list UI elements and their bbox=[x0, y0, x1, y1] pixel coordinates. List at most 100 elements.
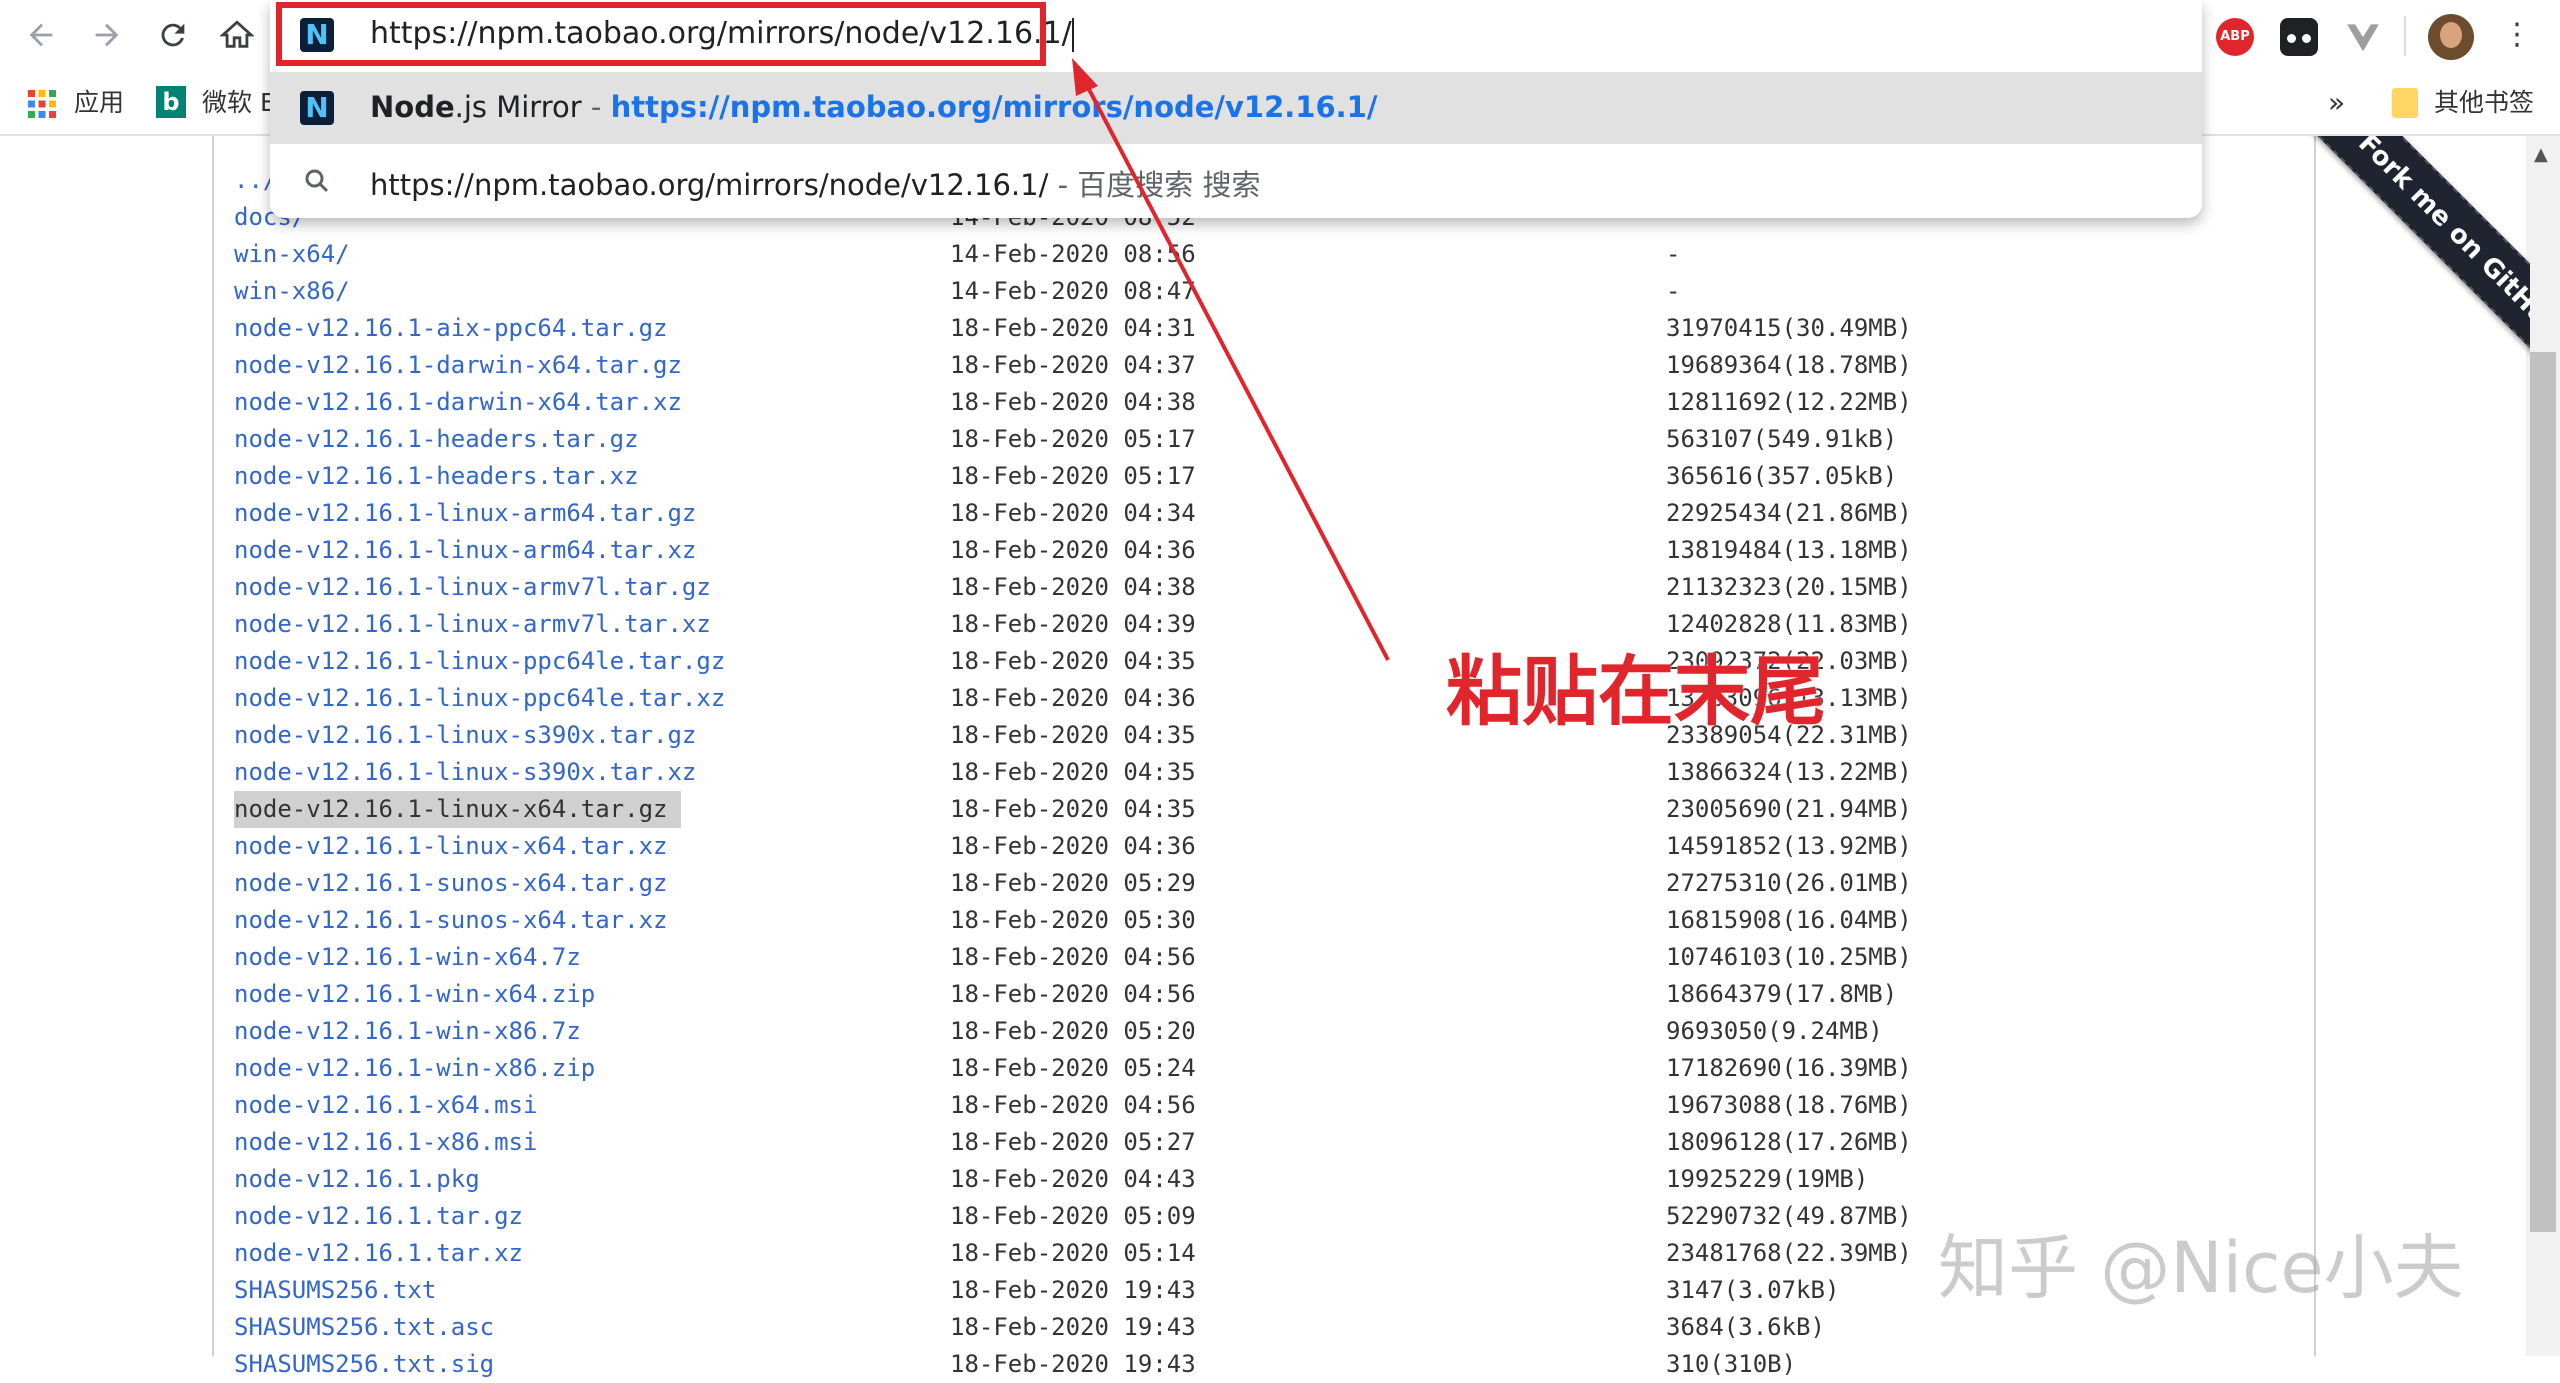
table-row: node-v12.16.1-win-x86.zip 18-Feb-2020 05:… bbox=[214, 1050, 2314, 1087]
file-link[interactable]: node-v12.16.1.tar.xz bbox=[234, 1235, 523, 1272]
back-button[interactable] bbox=[18, 12, 64, 58]
file-link[interactable]: node-v12.16.1-linux-ppc64le.tar.xz bbox=[234, 680, 725, 717]
file-link[interactable]: node-v12.16.1-linux-armv7l.tar.xz bbox=[234, 606, 711, 643]
file-size: 14591852(13.92MB) bbox=[1666, 832, 1912, 860]
file-date: 18-Feb-2020 04:35 bbox=[950, 647, 1196, 675]
directory-page: ../docs/14-Feb-2020 08:52win-x64/14-Feb-… bbox=[212, 136, 2316, 1378]
table-row: node-v12.16.1-darwin-x64.tar.xz 18-Feb-20… bbox=[214, 384, 2314, 421]
search-icon bbox=[302, 166, 332, 196]
forward-arrow-icon bbox=[95, 23, 119, 47]
file-link[interactable]: node-v12.16.1-x64.msi bbox=[234, 1087, 537, 1124]
scroll-up-arrow-icon[interactable]: ▲ bbox=[2534, 144, 2548, 165]
file-date: 18-Feb-2020 04:37 bbox=[950, 351, 1196, 379]
table-row: SHASUMS256.txt.sig 18-Feb-2020 19:43 310(3… bbox=[214, 1346, 2314, 1383]
file-link[interactable]: SHASUMS256.txt bbox=[234, 1272, 436, 1309]
file-link[interactable]: node-v12.16.1-darwin-x64.tar.xz bbox=[234, 384, 682, 421]
file-link[interactable]: node-v12.16.1-win-x64.7z bbox=[234, 939, 581, 976]
file-date: 18-Feb-2020 04:35 bbox=[950, 721, 1196, 749]
bookmarks-overflow-button[interactable]: » bbox=[2328, 84, 2345, 122]
home-button[interactable] bbox=[214, 12, 260, 58]
file-date: 18-Feb-2020 04:38 bbox=[950, 573, 1196, 601]
file-size: 23481768(22.39MB) bbox=[1666, 1239, 1912, 1267]
file-link[interactable]: win-x86/ bbox=[234, 273, 350, 310]
suggestion-title-bold: Node bbox=[370, 90, 455, 124]
table-row: node-v12.16.1-linux-s390x.tar.gz 18-Feb-2… bbox=[214, 717, 2314, 754]
watermark-text: 知乎 @Nice小夫 bbox=[1938, 1227, 2464, 1309]
file-link[interactable]: node-v12.16.1-linux-x64.tar.xz bbox=[234, 828, 667, 865]
search-suggestion-text: https://npm.taobao.org/mirrors/node/v12.… bbox=[370, 162, 1261, 204]
suggestion-node-mirror[interactable]: N Node.js Mirror - https://npm.taobao.or… bbox=[270, 72, 2202, 144]
file-link[interactable]: node-v12.16.1-linux-arm64.tar.xz bbox=[234, 532, 696, 569]
file-link[interactable]: node-v12.16.1-linux-s390x.tar.gz bbox=[234, 717, 696, 754]
bing-icon: b bbox=[156, 86, 186, 118]
file-link[interactable]: node-v12.16.1-aix-ppc64.tar.gz bbox=[234, 310, 667, 347]
reload-button[interactable] bbox=[150, 12, 196, 58]
bookmark-other[interactable]: 其他书签 bbox=[2434, 84, 2534, 122]
table-row: node-v12.16.1-linux-arm64.tar.xz 18-Feb-2… bbox=[214, 532, 2314, 569]
file-link[interactable]: node-v12.16.1-win-x64.zip bbox=[234, 976, 595, 1013]
scroll-thumb[interactable] bbox=[2530, 352, 2556, 1232]
vue-devtools-icon[interactable] bbox=[2344, 18, 2382, 56]
table-row: node-v12.16.1-x86.msi 18-Feb-2020 05:27 18… bbox=[214, 1124, 2314, 1161]
tampermonkey-eye-left bbox=[2287, 34, 2296, 43]
file-link[interactable]: node-v12.16.1-win-x86.7z bbox=[234, 1013, 581, 1050]
file-link[interactable]: node-v12.16.1-linux-arm64.tar.gz bbox=[234, 495, 696, 532]
bookmark-apps[interactable]: 应用 bbox=[74, 84, 124, 122]
file-date: 18-Feb-2020 19:43 bbox=[950, 1313, 1196, 1341]
file-size: 13866324(13.22MB) bbox=[1666, 758, 1912, 786]
file-link[interactable]: node-v12.16.1-darwin-x64.tar.gz bbox=[234, 347, 682, 384]
forward-button[interactable] bbox=[84, 12, 130, 58]
menu-kebab-icon[interactable]: ⋮ bbox=[2494, 12, 2540, 58]
file-link[interactable]: SHASUMS256.txt.asc bbox=[234, 1309, 494, 1346]
fork-me-ribbon[interactable]: Fork me on GitHub bbox=[2304, 136, 2530, 392]
table-row: node-v12.16.1-linux-armv7l.tar.xz 18-Feb-… bbox=[214, 606, 2314, 643]
file-size: 19925229(19MB) bbox=[1666, 1165, 1869, 1193]
avatar-face bbox=[2440, 22, 2462, 48]
table-row: node-v12.16.1-headers.tar.gz 18-Feb-2020 … bbox=[214, 421, 2314, 458]
file-date: 18-Feb-2020 05:17 bbox=[950, 462, 1196, 490]
file-date: 18-Feb-2020 04:56 bbox=[950, 1091, 1196, 1119]
page-scrollbar[interactable]: ▲ bbox=[2526, 136, 2560, 1356]
bookmark-bing[interactable]: 微软 E bbox=[202, 84, 276, 122]
tampermonkey-icon[interactable] bbox=[2280, 18, 2318, 56]
file-link[interactable]: win-x64/ bbox=[234, 236, 350, 273]
file-link[interactable]: node-v12.16.1.pkg bbox=[234, 1161, 480, 1198]
file-link[interactable]: node-v12.16.1-headers.tar.gz bbox=[234, 421, 639, 458]
file-link[interactable]: node-v12.16.1-linux-armv7l.tar.gz bbox=[234, 569, 711, 606]
file-link[interactable]: node-v12.16.1-linux-s390x.tar.xz bbox=[234, 754, 696, 791]
adblock-plus-icon[interactable]: ABP bbox=[2216, 18, 2254, 56]
file-date: 18-Feb-2020 04:38 bbox=[950, 388, 1196, 416]
file-link[interactable]: node-v12.16.1-x86.msi bbox=[234, 1124, 537, 1161]
file-link[interactable]: SHASUMS256.txt.sig bbox=[234, 1346, 494, 1383]
file-date: 18-Feb-2020 05:17 bbox=[950, 425, 1196, 453]
file-date: 18-Feb-2020 05:14 bbox=[950, 1239, 1196, 1267]
suggestion-separator: - bbox=[581, 90, 611, 124]
file-link[interactable]: node-v12.16.1-win-x86.zip bbox=[234, 1050, 595, 1087]
file-link[interactable]: node-v12.16.1-linux-x64.tar.gz bbox=[234, 791, 682, 828]
profile-avatar[interactable] bbox=[2428, 14, 2474, 60]
table-row: node-v12.16.1-aix-ppc64.tar.gz 18-Feb-202… bbox=[214, 310, 2314, 347]
file-link[interactable]: node-v12.16.1-sunos-x64.tar.xz bbox=[234, 902, 667, 939]
suggestion-search[interactable]: https://npm.taobao.org/mirrors/node/v12.… bbox=[270, 144, 2202, 216]
file-size: 13819484(13.18MB) bbox=[1666, 536, 1912, 564]
file-size: 17182690(16.39MB) bbox=[1666, 1054, 1912, 1082]
table-row: node-v12.16.1-headers.tar.xz 18-Feb-2020 … bbox=[214, 458, 2314, 495]
file-size: 16815908(16.04MB) bbox=[1666, 906, 1912, 934]
file-date: 18-Feb-2020 05:20 bbox=[950, 1017, 1196, 1045]
file-date: 18-Feb-2020 04:35 bbox=[950, 795, 1196, 823]
file-size: 23005690(21.94MB) bbox=[1666, 795, 1912, 823]
suggestion-url: https://npm.taobao.org/mirrors/node/v12.… bbox=[610, 90, 1378, 124]
node-favicon-icon: N bbox=[300, 91, 334, 125]
file-link[interactable]: node-v12.16.1-headers.tar.xz bbox=[234, 458, 639, 495]
file-size: 21132323(20.15MB) bbox=[1666, 573, 1912, 601]
folder-icon bbox=[2392, 88, 2418, 118]
file-link[interactable]: node-v12.16.1.tar.gz bbox=[234, 1198, 523, 1235]
annotation-label: 粘贴在末尾 bbox=[1446, 647, 1826, 736]
table-row: node-v12.16.1-win-x64.7z 18-Feb-2020 04:5… bbox=[214, 939, 2314, 976]
file-link[interactable]: node-v12.16.1-sunos-x64.tar.gz bbox=[234, 865, 667, 902]
apps-grid-icon[interactable] bbox=[28, 90, 56, 118]
file-size: 12811692(12.22MB) bbox=[1666, 388, 1912, 416]
file-link[interactable]: node-v12.16.1-linux-ppc64le.tar.gz bbox=[234, 643, 725, 680]
table-row: node-v12.16.1-linux-arm64.tar.gz 18-Feb-2… bbox=[214, 495, 2314, 532]
file-date: 18-Feb-2020 05:09 bbox=[950, 1202, 1196, 1230]
